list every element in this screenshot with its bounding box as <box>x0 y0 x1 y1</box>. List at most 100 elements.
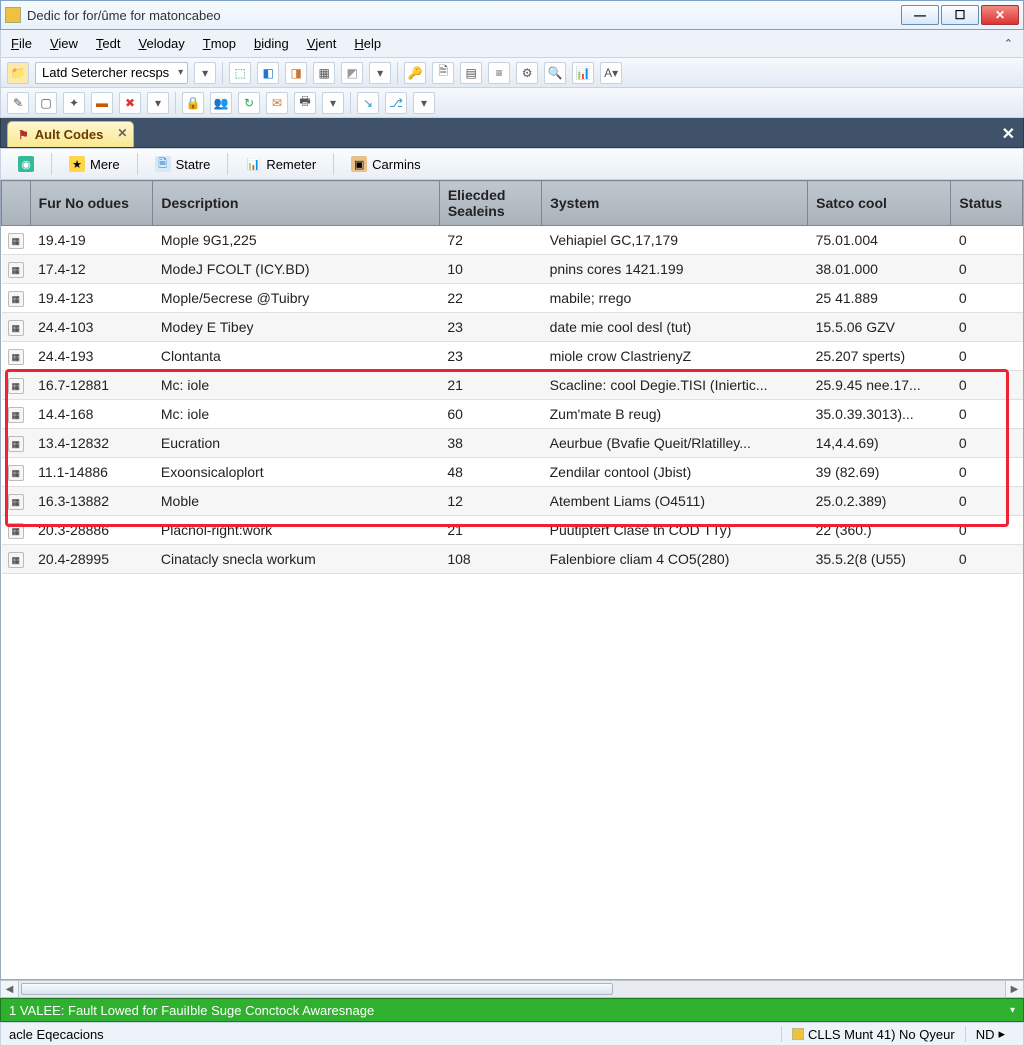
col-system[interactable]: Зystem <box>542 181 808 226</box>
cell-satco: 35.5.2(8 (U55) <box>808 545 951 574</box>
col-description[interactable]: Description <box>153 181 439 226</box>
cell-desc: Mc: iole <box>153 371 439 400</box>
menu-help[interactable]: Help <box>354 36 381 51</box>
statusbar-alert-chevron-icon[interactable]: ▾ <box>1010 1005 1015 1016</box>
tb-icon-1[interactable]: ⬚ <box>229 62 251 84</box>
table-row[interactable]: ▦19.4-19Mople 9G1,22572Vehiapiel GC,17,1… <box>2 226 1023 255</box>
scroll-left-icon[interactable]: ◀ <box>1 981 19 997</box>
menu-vjent[interactable]: Vjent <box>307 36 337 51</box>
table-row[interactable]: ▦11.1-14886Exoonsicaloplort48Zendilar co… <box>2 458 1023 487</box>
cell-status: 0 <box>951 487 1023 516</box>
cell-code: 16.3-13882 <box>30 487 153 516</box>
close-button[interactable]: ✕ <box>981 5 1019 25</box>
tb2-drop1-icon[interactable]: ▾ <box>147 92 169 114</box>
tb-font-icon[interactable]: A▾ <box>600 62 622 84</box>
statusbar-left-text: acle Eqecacions <box>9 1027 104 1042</box>
cell-system: Atembent Liams (O4511) <box>542 487 808 516</box>
tab-ault-codes[interactable]: ⚑ Ault Codes ✕ <box>7 121 134 147</box>
panel-close-icon[interactable]: ✕ <box>1002 124 1015 144</box>
cell-code: 17.4-12 <box>30 255 153 284</box>
tb-icon-3[interactable]: ◨ <box>285 62 307 84</box>
cell-status: 0 <box>951 516 1023 545</box>
table-row[interactable]: ▦16.3-13882Moble12Atembent Liams (O4511)… <box>2 487 1023 516</box>
tb2-lock-icon[interactable]: 🔒 <box>182 92 204 114</box>
tb2-link-icon[interactable]: ↘ <box>357 92 379 114</box>
menu-tedt[interactable]: Tedt <box>96 36 121 51</box>
minimize-button[interactable]: — <box>901 5 939 25</box>
col-sealings[interactable]: Eliecded Sealeins <box>439 181 541 226</box>
tb2-tree-icon[interactable]: ⎇ <box>385 92 407 114</box>
tb-chart-icon[interactable]: 📊 <box>572 62 594 84</box>
cell-code: 24.4-103 <box>30 313 153 342</box>
col-code[interactable]: Fur No odues <box>30 181 153 226</box>
tab-bar: ⚑ Ault Codes ✕ ✕ <box>0 118 1024 148</box>
panel-statre-button[interactable]: 🗎Statre <box>146 152 220 176</box>
tb2-people-icon[interactable]: 👥 <box>210 92 232 114</box>
tb-calendar-icon[interactable]: ▦ <box>313 62 335 84</box>
menu-file[interactable]: File <box>11 36 32 51</box>
horizontal-scrollbar[interactable]: ◀ ▶ <box>0 980 1024 998</box>
table-row[interactable]: ▦13.4-12832Eucration38Aeurbue (Bvafie Qu… <box>2 429 1023 458</box>
table-row[interactable]: ▦14.4-168Mc: iole60Zum'mate B reug)35.0.… <box>2 400 1023 429</box>
tb-icon-6[interactable]: ▾ <box>369 62 391 84</box>
row-icon: ▦ <box>2 284 31 313</box>
window-title: Dedic for for/ûme for matoncabeo <box>27 8 901 23</box>
panel-carmins-button[interactable]: ▣Carmins <box>342 152 429 176</box>
row-icon: ▦ <box>2 516 31 545</box>
tb2-new-icon[interactable]: ▢ <box>35 92 57 114</box>
menu-biding[interactable]: biding <box>254 36 289 51</box>
panel-mere-button[interactable]: ★Mere <box>60 152 129 176</box>
tb2-drop3-icon[interactable]: ▾ <box>413 92 435 114</box>
cell-code: 11.1-14886 <box>30 458 153 487</box>
scroll-track[interactable] <box>19 981 1005 997</box>
tb2-tag-icon[interactable]: ▬ <box>91 92 113 114</box>
menu-tmop[interactable]: Tmop <box>203 36 236 51</box>
cell-system: Puutiptert Clase tn COD TTy) <box>542 516 808 545</box>
tb-icon-5[interactable]: ◩ <box>341 62 363 84</box>
tb-key-icon[interactable]: 🔑 <box>404 62 426 84</box>
cell-status: 0 <box>951 371 1023 400</box>
tb2-mail-icon[interactable]: ✉ <box>266 92 288 114</box>
tb-search-icon[interactable]: 🔍 <box>544 62 566 84</box>
menu-veloday[interactable]: Veloday <box>139 36 185 51</box>
dropdown-toggle-icon[interactable]: ▾ <box>194 62 216 84</box>
cell-seal: 38 <box>439 429 541 458</box>
cell-seal: 48 <box>439 458 541 487</box>
table-row[interactable]: ▦17.4-12ModeJ FCOLT (ICY.BD)10pnins core… <box>2 255 1023 284</box>
col-satco[interactable]: Satco cool <box>808 181 951 226</box>
tb2-delete-icon[interactable]: ✖ <box>119 92 141 114</box>
table-row[interactable]: ▦16.7-12881Mc: iole21Scacline: cool Degi… <box>2 371 1023 400</box>
panel-remeter-button[interactable]: 📊Remeter <box>236 152 325 176</box>
tb-gear-icon[interactable]: ⚙ <box>516 62 538 84</box>
tb2-print-icon[interactable]: 🖶 <box>294 92 316 114</box>
tb2-edit-icon[interactable]: ✎ <box>7 92 29 114</box>
col-status[interactable]: Status <box>951 181 1023 226</box>
search-dropdown[interactable]: Latd Setercher recsps <box>35 62 188 84</box>
statusbar-cell-1: CLLS Munt 41) No Qyeur <box>781 1026 965 1042</box>
table-row[interactable]: ▦24.4-193Clontanta23miole crow Clastrien… <box>2 342 1023 371</box>
panel-home-button[interactable]: ◉ <box>9 152 43 176</box>
tb2-wand-icon[interactable]: ✦ <box>63 92 85 114</box>
table-row[interactable]: ▦20.4-28995Cinatacly snecla workum108Fal… <box>2 545 1023 574</box>
globe-icon: ◉ <box>18 156 34 172</box>
cell-seal: 72 <box>439 226 541 255</box>
table-row[interactable]: ▦24.4-103Modey E Tibey23date mie cool de… <box>2 313 1023 342</box>
maximize-button[interactable]: ☐ <box>941 5 979 25</box>
folder-icon[interactable]: 📁 <box>7 62 29 84</box>
table-row[interactable]: ▦19.4-123Mople/5ecrese @Tuibry22mabile; … <box>2 284 1023 313</box>
tb-grid-icon[interactable]: ▤ <box>460 62 482 84</box>
tb-icon-2[interactable]: ◧ <box>257 62 279 84</box>
scroll-thumb[interactable] <box>21 983 613 995</box>
tb-list-icon[interactable]: ≡ <box>488 62 510 84</box>
tab-close-icon[interactable]: ✕ <box>117 126 127 140</box>
tb2-drop2-icon[interactable]: ▾ <box>322 92 344 114</box>
scroll-right-icon[interactable]: ▶ <box>1005 981 1023 997</box>
collapse-chevron-icon[interactable]: ⌃ <box>1004 37 1013 50</box>
menu-view[interactable]: View <box>50 36 78 51</box>
tb-doc-icon[interactable]: 🗎 <box>432 62 454 84</box>
panel-carmins-label: Carmins <box>372 157 420 172</box>
cell-satco: 35.0.39.3013)... <box>808 400 951 429</box>
tb2-refresh-icon[interactable]: ↻ <box>238 92 260 114</box>
table-row[interactable]: ▦20.3-28886Placnol-right:work21Puutipter… <box>2 516 1023 545</box>
cell-desc: Placnol-right:work <box>153 516 439 545</box>
